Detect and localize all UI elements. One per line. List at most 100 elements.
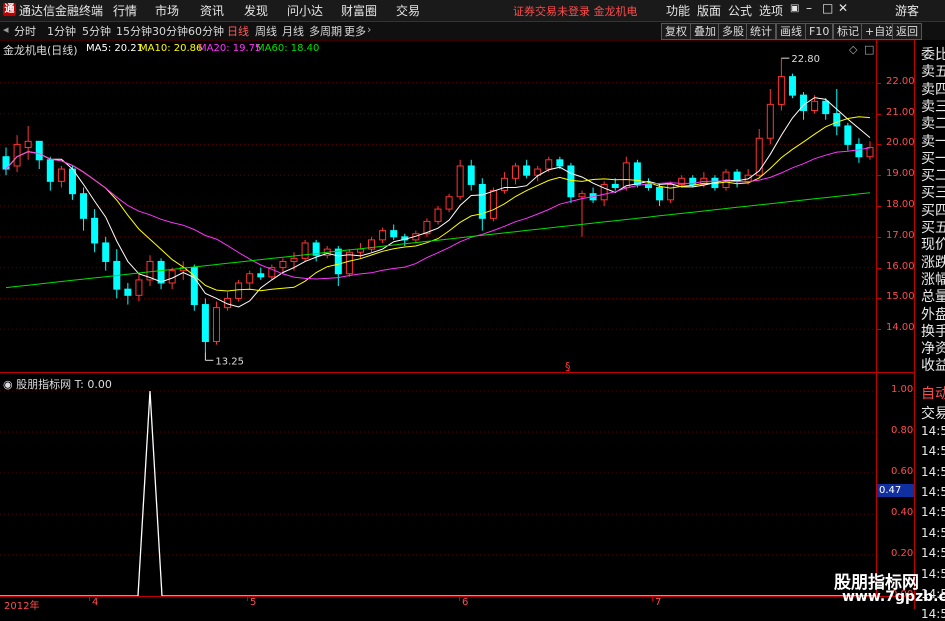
candle-up bbox=[777, 76, 785, 105]
menu-banmian[interactable]: 版面 bbox=[697, 2, 721, 19]
section-mark: § bbox=[565, 360, 571, 372]
candle-up bbox=[755, 137, 763, 176]
date-tick bbox=[247, 597, 248, 601]
menu-shichang[interactable]: 市场 bbox=[155, 2, 179, 19]
candle-down bbox=[788, 76, 796, 96]
watermark: 股朋指标网 www.7gpzb.com bbox=[828, 568, 945, 609]
candle-down bbox=[157, 260, 165, 284]
indicator-tick-label: 0.40 bbox=[891, 507, 914, 518]
candle-down bbox=[523, 165, 531, 176]
period-more[interactable]: 更多 bbox=[344, 23, 366, 39]
candle-down bbox=[833, 113, 841, 127]
price-tick-label: 18.00 bbox=[886, 199, 915, 210]
kline-chart[interactable]: 22.80 13.25 § bbox=[0, 40, 876, 372]
price-axis: 22.00 21.00 20.00 19.00 18.00 17.00 16.00 15.00… bbox=[876, 40, 915, 372]
ma5-line bbox=[5, 97, 871, 308]
period-fenshi[interactable]: 分时 bbox=[14, 23, 36, 39]
f10-button[interactable]: F10 bbox=[805, 23, 834, 40]
period-1min[interactable]: 1分钟 bbox=[47, 23, 76, 39]
price-tick-label: 14.00 bbox=[886, 322, 915, 334]
price-tick bbox=[877, 144, 881, 146]
menu-gongshi[interactable]: 公式 bbox=[728, 2, 752, 19]
date-tick-label: 6 bbox=[462, 597, 469, 608]
price-tick-label: 22.00 bbox=[886, 75, 915, 87]
candle-up bbox=[356, 248, 364, 253]
candle-down bbox=[46, 159, 54, 182]
indicator-t-line bbox=[0, 390, 876, 596]
tick-time: 14:56 bbox=[921, 423, 945, 438]
price-tick-label: 17.00 bbox=[886, 229, 915, 241]
candle-up bbox=[578, 193, 586, 198]
period-weekly[interactable]: 周线 bbox=[255, 23, 277, 39]
period-monthly[interactable]: 月线 bbox=[282, 23, 304, 39]
price-tick bbox=[877, 236, 881, 238]
candle-up bbox=[622, 162, 630, 189]
candle-down bbox=[611, 183, 619, 189]
quote-field-label[interactable]: 收益 bbox=[921, 355, 945, 375]
title-bar: 通 通达信金融终端 行情 市场 资讯 发现 问小达 财富圈 交易 证券交易未登录… bbox=[0, 0, 945, 22]
window-toggle-icon[interactable]: □ bbox=[864, 43, 874, 56]
date-tick-label: 5 bbox=[250, 597, 257, 608]
candle-up bbox=[135, 279, 143, 296]
candle-down bbox=[656, 187, 664, 201]
candle-down bbox=[35, 140, 43, 161]
user-label[interactable]: 游客 bbox=[895, 2, 919, 19]
menu-jiaoyi[interactable]: 交易 bbox=[396, 2, 420, 19]
menu-caifuquan[interactable]: 财富圈 bbox=[341, 2, 377, 19]
back-button[interactable]: 返回 bbox=[892, 23, 922, 40]
high-marker-label: 22.80 bbox=[791, 54, 820, 65]
price-tick-label: 16.00 bbox=[886, 260, 915, 272]
indicator-chart[interactable] bbox=[0, 373, 876, 596]
menu-wenxiaoda[interactable]: 问小达 bbox=[287, 2, 323, 19]
app-logo-icon: 通 bbox=[3, 3, 16, 16]
toolbar-arrow-icon[interactable]: ◂ bbox=[3, 23, 9, 36]
candle-up bbox=[744, 174, 752, 182]
more-chevron-icon[interactable]: › bbox=[367, 23, 371, 36]
period-15min[interactable]: 15分钟 bbox=[116, 23, 152, 39]
maximize-icon[interactable]: □ bbox=[822, 1, 833, 15]
candle-up bbox=[434, 208, 442, 222]
price-tick bbox=[877, 329, 881, 331]
fuquan-button[interactable]: 复权 bbox=[661, 23, 691, 40]
period-daily[interactable]: 日线 bbox=[227, 23, 249, 39]
menu-gongneng[interactable]: 功能 bbox=[666, 2, 690, 19]
price-tick bbox=[877, 298, 881, 300]
menu-zixun[interactable]: 资讯 bbox=[200, 2, 224, 19]
huaxian-button[interactable]: 画线 bbox=[776, 23, 806, 40]
minimize-icon[interactable]: – bbox=[806, 1, 812, 15]
trade-label[interactable]: 交易 bbox=[921, 403, 945, 423]
duogu-button[interactable]: 多股 bbox=[718, 23, 748, 40]
period-30min[interactable]: 30分钟 bbox=[152, 23, 188, 39]
date-tick bbox=[652, 597, 653, 601]
ma10-legend: MA10: 20.86 bbox=[139, 43, 203, 54]
candle-down bbox=[190, 267, 198, 306]
candle-up bbox=[500, 177, 508, 192]
candle-up bbox=[512, 165, 520, 179]
candle-down bbox=[91, 217, 99, 244]
price-tick-label: 20.00 bbox=[886, 137, 915, 149]
candle-down bbox=[201, 304, 209, 343]
close-icon[interactable]: ✕ bbox=[838, 1, 848, 15]
skin-icon[interactable]: ▣ bbox=[790, 3, 799, 14]
period-5min[interactable]: 5分钟 bbox=[82, 23, 111, 39]
auto-trade-label[interactable]: 自动 bbox=[921, 383, 945, 403]
candle-down bbox=[102, 242, 110, 262]
diamond-icon[interactable]: ◇ bbox=[849, 43, 857, 56]
tongji-button[interactable]: 统计 bbox=[746, 23, 776, 40]
period-60min[interactable]: 60分钟 bbox=[188, 23, 224, 39]
candle-down bbox=[567, 165, 575, 198]
candle-down bbox=[334, 248, 342, 275]
menu-xuanxiang[interactable]: 选项 bbox=[759, 2, 783, 19]
biaoji-button[interactable]: 标记 bbox=[833, 23, 863, 40]
tick-time: 14:56 bbox=[921, 546, 945, 561]
menu-faxian[interactable]: 发现 bbox=[244, 2, 268, 19]
indicator-axis: 1.00 0.80 0.60 0.40 0.20 0.00 0.47 bbox=[876, 373, 915, 600]
tick-time: 14:56 bbox=[921, 607, 945, 621]
login-notice[interactable]: 证券交易未登录 金龙机电 bbox=[513, 3, 638, 19]
candle-up bbox=[866, 146, 874, 158]
price-tick-label: 15.00 bbox=[886, 291, 915, 303]
diejia-button[interactable]: 叠加 bbox=[690, 23, 720, 40]
period-multi[interactable]: 多周期 bbox=[309, 23, 342, 39]
candle-down bbox=[80, 193, 88, 219]
menu-hangqing[interactable]: 行情 bbox=[113, 2, 137, 19]
